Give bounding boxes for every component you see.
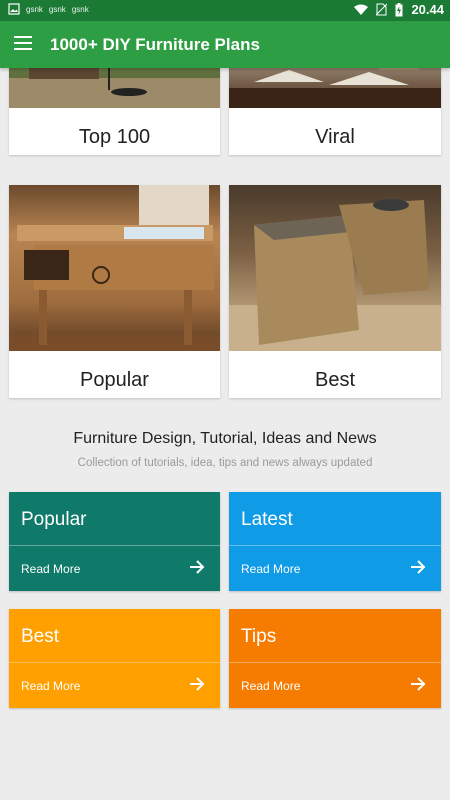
category-card-popular[interactable]: Popular <box>9 185 220 398</box>
tile-title: Latest <box>241 509 293 530</box>
arrow-right-icon[interactable] <box>409 558 427 576</box>
menu-icon[interactable] <box>14 36 32 50</box>
tile-latest[interactable]: Latest Read More <box>229 492 441 591</box>
tile-popular[interactable]: Popular Read More <box>9 492 220 591</box>
arrow-right-icon[interactable] <box>188 558 206 576</box>
tile-title: Best <box>21 626 60 647</box>
read-more-link[interactable]: Read More <box>21 679 80 693</box>
battery-icon <box>395 2 403 16</box>
tile-best[interactable]: Best Read More <box>9 609 220 708</box>
no-sim-icon <box>376 3 388 16</box>
category-label: Top 100 <box>78 126 151 148</box>
status-bar: gsnk gsnk gsnk 20.44 <box>0 0 450 21</box>
clock: 20.44 <box>411 2 444 17</box>
notification-tag: gsnk <box>48 4 66 14</box>
tile-tips[interactable]: Tips Read More <box>229 609 441 708</box>
category-label: Popular <box>80 369 149 391</box>
wooden-cooler-cart-photo <box>9 185 220 351</box>
wifi-icon <box>354 4 369 15</box>
read-more-link[interactable]: Read More <box>21 562 80 576</box>
tile-divider <box>229 545 441 546</box>
category-card-best[interactable]: Best <box>229 185 441 398</box>
app-bar: 1000+ DIY Furniture Plans <box>0 21 450 68</box>
category-label: Viral <box>315 126 355 148</box>
category-label: Best <box>314 369 356 391</box>
read-more-link[interactable]: Read More <box>241 679 300 693</box>
tile-divider <box>9 662 220 663</box>
read-more-link[interactable]: Read More <box>241 562 300 576</box>
tile-title: Tips <box>241 626 277 647</box>
notification-tag: gsnk <box>71 4 89 14</box>
tile-title: Popular <box>21 509 87 530</box>
section-subtitle: Collection of tutorials, idea, tips and … <box>77 457 373 469</box>
tile-divider <box>229 662 441 663</box>
section-title: Furniture Design, Tutorial, Ideas and Ne… <box>73 430 377 447</box>
tile-divider <box>9 545 220 546</box>
notification-tag: gsnk <box>26 4 43 14</box>
app-title: 1000+ DIY Furniture Plans <box>50 35 260 54</box>
arrow-right-icon[interactable] <box>409 675 427 693</box>
image-icon <box>8 3 20 15</box>
arrow-right-icon[interactable] <box>188 675 206 693</box>
bamboo-table-photo <box>229 185 441 351</box>
